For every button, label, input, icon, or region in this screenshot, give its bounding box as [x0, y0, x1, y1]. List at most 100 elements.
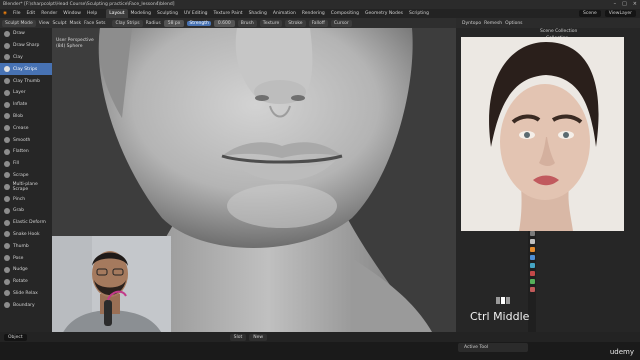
- tool-pose[interactable]: Pose: [0, 252, 52, 264]
- tool-shelf: Draw Draw Sharp Clay Clay Strips Clay Th…: [0, 28, 52, 332]
- close-icon[interactable]: ×: [633, 1, 637, 7]
- material-props-icon[interactable]: [529, 287, 535, 292]
- menu-edit[interactable]: Edit: [23, 11, 38, 16]
- crease-icon: [4, 125, 10, 132]
- active-tool-panel[interactable]: Active Tool: [458, 343, 528, 352]
- radius-label: Radius: [145, 20, 161, 26]
- options-menu[interactable]: Options: [505, 21, 522, 26]
- clay-strips-icon: [4, 66, 10, 73]
- tab-uv-editing[interactable]: UV Editing: [181, 9, 210, 18]
- reference-portrait: [461, 37, 624, 231]
- viewport-header: Sculpt Mode View Sculpt Mask Face Sets C…: [0, 18, 456, 28]
- strength-label: Strength: [187, 20, 211, 26]
- render-props-icon[interactable]: [529, 239, 535, 244]
- tool-blob[interactable]: Blob: [0, 111, 52, 123]
- tool-options-header: Dyntopo Remesh Options: [456, 18, 640, 28]
- tab-geometry-nodes[interactable]: Geometry Nodes: [362, 9, 406, 18]
- pose-icon: [4, 255, 10, 262]
- watermark: udemy: [609, 348, 634, 356]
- tab-shading[interactable]: Shading: [246, 9, 270, 18]
- mouse-middle-button-icon: [501, 297, 505, 304]
- tab-layout[interactable]: Layout: [106, 9, 128, 18]
- tab-modeling[interactable]: Modeling: [128, 9, 154, 18]
- mouse-right-button-icon: [506, 297, 510, 304]
- tool-clay-strips[interactable]: Clay Strips: [0, 63, 52, 76]
- tool-nudge[interactable]: Nudge: [0, 264, 52, 276]
- tool-snake-hook[interactable]: Snake Hook: [0, 229, 52, 241]
- texture-menu[interactable]: Texture: [259, 19, 283, 27]
- tool-layer[interactable]: Layer: [0, 87, 52, 99]
- tab-scripting[interactable]: Scripting: [406, 9, 432, 18]
- blender-logo-icon[interactable]: ◉: [0, 11, 10, 16]
- minimize-icon[interactable]: –: [614, 1, 617, 7]
- constraint-props-icon[interactable]: [529, 271, 535, 276]
- inflate-icon: [4, 101, 10, 108]
- new-button[interactable]: New: [249, 333, 268, 341]
- snake-hook-icon: [4, 231, 10, 238]
- active-object-label: (84) Sphere: [56, 44, 83, 49]
- title-bar: Blender* [F:\sharpcolpt\Head Course\Scul…: [0, 0, 640, 9]
- tool-slide-relax[interactable]: Slide Relax: [0, 288, 52, 300]
- data-props-icon[interactable]: [529, 279, 535, 284]
- object-mode-selector[interactable]: Object: [4, 333, 27, 341]
- tool-clay-thumb[interactable]: Clay Thumb: [0, 75, 52, 87]
- tool-inflate[interactable]: Inflate: [0, 99, 52, 111]
- elastic-deform-icon: [4, 219, 10, 226]
- fill-icon: [4, 160, 10, 167]
- tab-sculpting[interactable]: Sculpting: [154, 9, 181, 18]
- object-props-icon[interactable]: [529, 247, 535, 252]
- stroke-menu[interactable]: Stroke: [285, 19, 306, 27]
- modifier-props-icon[interactable]: [529, 255, 535, 260]
- tool-draw-sharp[interactable]: Draw Sharp: [0, 40, 52, 52]
- tool-multiplane-scrape[interactable]: Multi-plane Scrape: [0, 181, 52, 193]
- radius-field[interactable]: 58 px: [163, 19, 185, 27]
- tool-rotate[interactable]: Rotate: [0, 276, 52, 288]
- mode-selector[interactable]: Sculpt Mode: [2, 19, 36, 27]
- slot-selector[interactable]: Slot: [229, 333, 247, 341]
- status-bar: Object Slot New: [0, 332, 640, 342]
- tool-flatten[interactable]: Flatten: [0, 146, 52, 158]
- tab-rendering[interactable]: Rendering: [299, 9, 328, 18]
- tool-smooth[interactable]: Smooth: [0, 134, 52, 146]
- menu-window[interactable]: Window: [60, 11, 84, 16]
- mouse-icon: [496, 297, 510, 304]
- key-hint-overlay: Ctrl Middle: [470, 310, 530, 323]
- tool-clay[interactable]: Clay: [0, 52, 52, 64]
- maximize-icon[interactable]: □: [622, 1, 627, 7]
- tool-props-icon[interactable]: [529, 231, 535, 236]
- menu-file[interactable]: File: [10, 11, 24, 16]
- dyntopo-toggle[interactable]: Dyntopo: [462, 21, 481, 26]
- tool-boundary[interactable]: Boundary: [0, 299, 52, 311]
- draw-icon: [4, 30, 10, 37]
- menu-render[interactable]: Render: [38, 11, 60, 16]
- falloff-menu[interactable]: Falloff: [308, 19, 328, 27]
- tool-scrape[interactable]: Scrape: [0, 170, 52, 182]
- cursor-menu[interactable]: Cursor: [330, 19, 352, 27]
- menu-face-sets[interactable]: Face Sets: [84, 21, 105, 26]
- scene-selector[interactable]: Scene: [579, 10, 601, 17]
- outliner-scene-collection[interactable]: Scene Collection: [536, 28, 640, 35]
- tool-draw[interactable]: Draw: [0, 28, 52, 40]
- tool-grab[interactable]: Grab: [0, 205, 52, 217]
- menu-view[interactable]: View: [39, 21, 50, 26]
- tool-thumb[interactable]: Thumb: [0, 240, 52, 252]
- menu-sculpt[interactable]: Sculpt: [52, 21, 66, 26]
- menu-mask[interactable]: Mask: [70, 21, 82, 26]
- tool-fill[interactable]: Fill: [0, 158, 52, 170]
- physics-props-icon[interactable]: [529, 263, 535, 268]
- view-layer-selector[interactable]: ViewLayer: [604, 10, 636, 17]
- menu-help[interactable]: Help: [84, 11, 100, 16]
- tab-compositing[interactable]: Compositing: [328, 9, 362, 18]
- tool-pinch[interactable]: Pinch: [0, 193, 52, 205]
- tool-crease[interactable]: Crease: [0, 122, 52, 134]
- brush-selector[interactable]: Clay Strips: [112, 19, 143, 27]
- brush-menu[interactable]: Brush: [237, 19, 257, 27]
- pinch-icon: [4, 196, 10, 203]
- clay-thumb-icon: [4, 78, 10, 85]
- tool-elastic-deform[interactable]: Elastic Deform: [0, 217, 52, 229]
- viewport-info: User Perspective (84) Sphere: [56, 38, 94, 50]
- tab-animation[interactable]: Animation: [270, 9, 299, 18]
- strength-field[interactable]: 0.600: [213, 19, 235, 27]
- remesh-menu[interactable]: Remesh: [484, 21, 502, 26]
- tab-texture-paint[interactable]: Texture Paint: [211, 9, 246, 18]
